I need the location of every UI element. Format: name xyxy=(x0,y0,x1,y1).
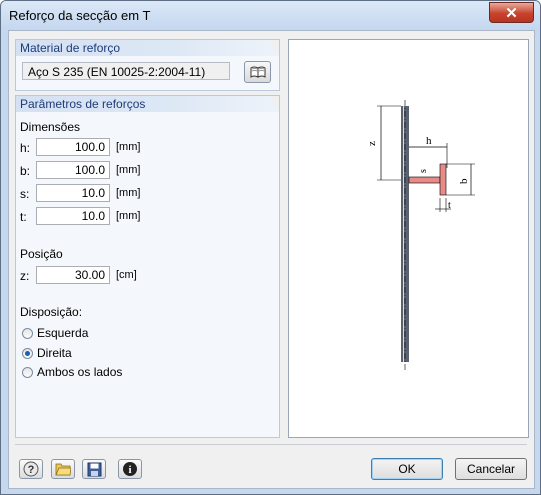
open-folder-icon xyxy=(55,463,71,476)
material-group-header: Material de reforço xyxy=(16,40,279,56)
save-button[interactable] xyxy=(82,459,106,479)
t-label: t: xyxy=(20,210,27,224)
material-group: Material de reforço Aço S 235 (EN 10025-… xyxy=(15,39,280,91)
section-diagram: z h s b t xyxy=(366,100,475,370)
open-button[interactable] xyxy=(51,459,75,479)
parameters-group-header: Parâmetros de reforços xyxy=(16,96,279,112)
svg-text:?: ? xyxy=(28,464,35,476)
disposition-label: Disposição: xyxy=(20,305,83,319)
left-pane: Material de reforço Aço S 235 (EN 10025-… xyxy=(15,39,280,438)
h-label: h: xyxy=(20,141,31,155)
s-dim-label: s xyxy=(418,169,429,173)
radio-left[interactable] xyxy=(22,328,33,339)
close-icon: ✕ xyxy=(505,4,518,22)
stiffener-flange xyxy=(439,163,447,196)
dialog-body: Material de reforço Aço S 235 (EN 10025-… xyxy=(8,30,535,489)
section-preview: z h s b t xyxy=(288,39,529,438)
radio-right[interactable] xyxy=(22,348,33,359)
material-library-button[interactable] xyxy=(244,61,271,83)
footer-separator xyxy=(15,444,527,445)
h-input[interactable]: 100.0 xyxy=(36,138,110,156)
s-input[interactable]: 10.0 xyxy=(36,184,110,202)
position-label: Posição xyxy=(20,247,63,261)
save-icon xyxy=(87,462,101,476)
t-unit: [mm] xyxy=(116,210,141,222)
z-label: z: xyxy=(20,269,30,283)
option-left-label[interactable]: Esquerda xyxy=(37,326,88,340)
option-right-label[interactable]: Direita xyxy=(37,346,72,360)
t-dim-label: t xyxy=(448,200,451,211)
stiffener-web xyxy=(408,176,441,184)
dialog-window: Reforço da secção em T ✕ Material de ref… xyxy=(0,0,541,495)
z-input[interactable]: 30.00 xyxy=(36,266,110,284)
t-input[interactable]: 10.0 xyxy=(36,207,110,225)
info-button[interactable]: i xyxy=(118,459,142,479)
material-field[interactable]: Aço S 235 (EN 10025-2:2004-11) xyxy=(22,62,230,80)
title-bar: Reforço da secção em T ✕ xyxy=(1,1,540,30)
z-dim-label: z xyxy=(366,141,378,146)
parameters-group: Parâmetros de reforços Dimensões h: 100.… xyxy=(15,95,280,438)
b-input[interactable]: 100.0 xyxy=(36,161,110,179)
window-title: Reforço da secção em T xyxy=(9,8,151,23)
book-icon xyxy=(250,66,265,78)
s-label: s: xyxy=(20,187,30,201)
b-unit: [mm] xyxy=(116,164,141,176)
h-dim-label: h xyxy=(426,135,432,147)
info-icon: i xyxy=(123,462,137,476)
close-button[interactable]: ✕ xyxy=(489,2,534,23)
help-button[interactable]: ? xyxy=(19,459,43,479)
dimensions-label: Dimensões xyxy=(20,120,81,134)
s-unit: [mm] xyxy=(116,187,141,199)
b-label: b: xyxy=(20,164,31,178)
b-dim-label: b xyxy=(458,178,470,184)
svg-text:i: i xyxy=(128,464,131,476)
z-unit: [cm] xyxy=(116,269,137,281)
ok-button[interactable]: OK xyxy=(371,458,443,480)
radio-both[interactable] xyxy=(22,367,33,378)
option-both-label[interactable]: Ambos os lados xyxy=(37,365,122,379)
cancel-button[interactable]: Cancelar xyxy=(455,458,527,480)
help-icon: ? xyxy=(23,461,39,477)
h-unit: [mm] xyxy=(116,141,141,153)
